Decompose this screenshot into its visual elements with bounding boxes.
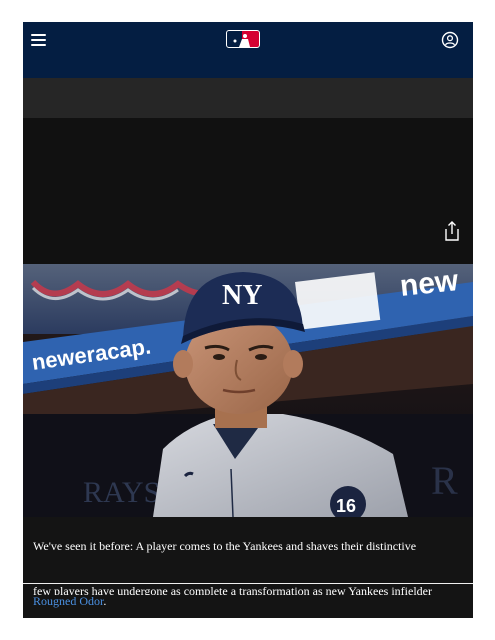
share-icon[interactable] bbox=[443, 220, 461, 242]
svg-text:new: new bbox=[398, 264, 460, 303]
article-text-line: Rougned Odor. bbox=[33, 594, 106, 609]
top-navigation-bar bbox=[23, 22, 473, 78]
svg-text:NY: NY bbox=[222, 280, 262, 311]
article-text-line-clipped: few players have undergone as complete a… bbox=[33, 584, 432, 595]
image-caption: We've seen it before: A player comes to … bbox=[33, 539, 417, 553]
svg-text:16: 16 bbox=[336, 496, 356, 516]
app-frame: neweracap. new RAYS R 16 NY We've seen i… bbox=[23, 22, 473, 618]
caption-divider bbox=[23, 583, 473, 584]
sentence-end: . bbox=[103, 594, 107, 608]
hamburger-menu-icon[interactable] bbox=[31, 31, 51, 49]
svg-text:RAYS: RAYS bbox=[83, 476, 160, 509]
svg-text:R: R bbox=[431, 458, 458, 503]
video-player-area[interactable] bbox=[23, 118, 473, 264]
hero-image: neweracap. new RAYS R 16 NY bbox=[23, 264, 473, 517]
mlb-logo[interactable] bbox=[226, 30, 260, 48]
user-account-icon[interactable] bbox=[441, 31, 459, 49]
player-link-rougned-odor[interactable]: Rougned Odor bbox=[33, 594, 103, 608]
secondary-bar bbox=[23, 78, 473, 118]
